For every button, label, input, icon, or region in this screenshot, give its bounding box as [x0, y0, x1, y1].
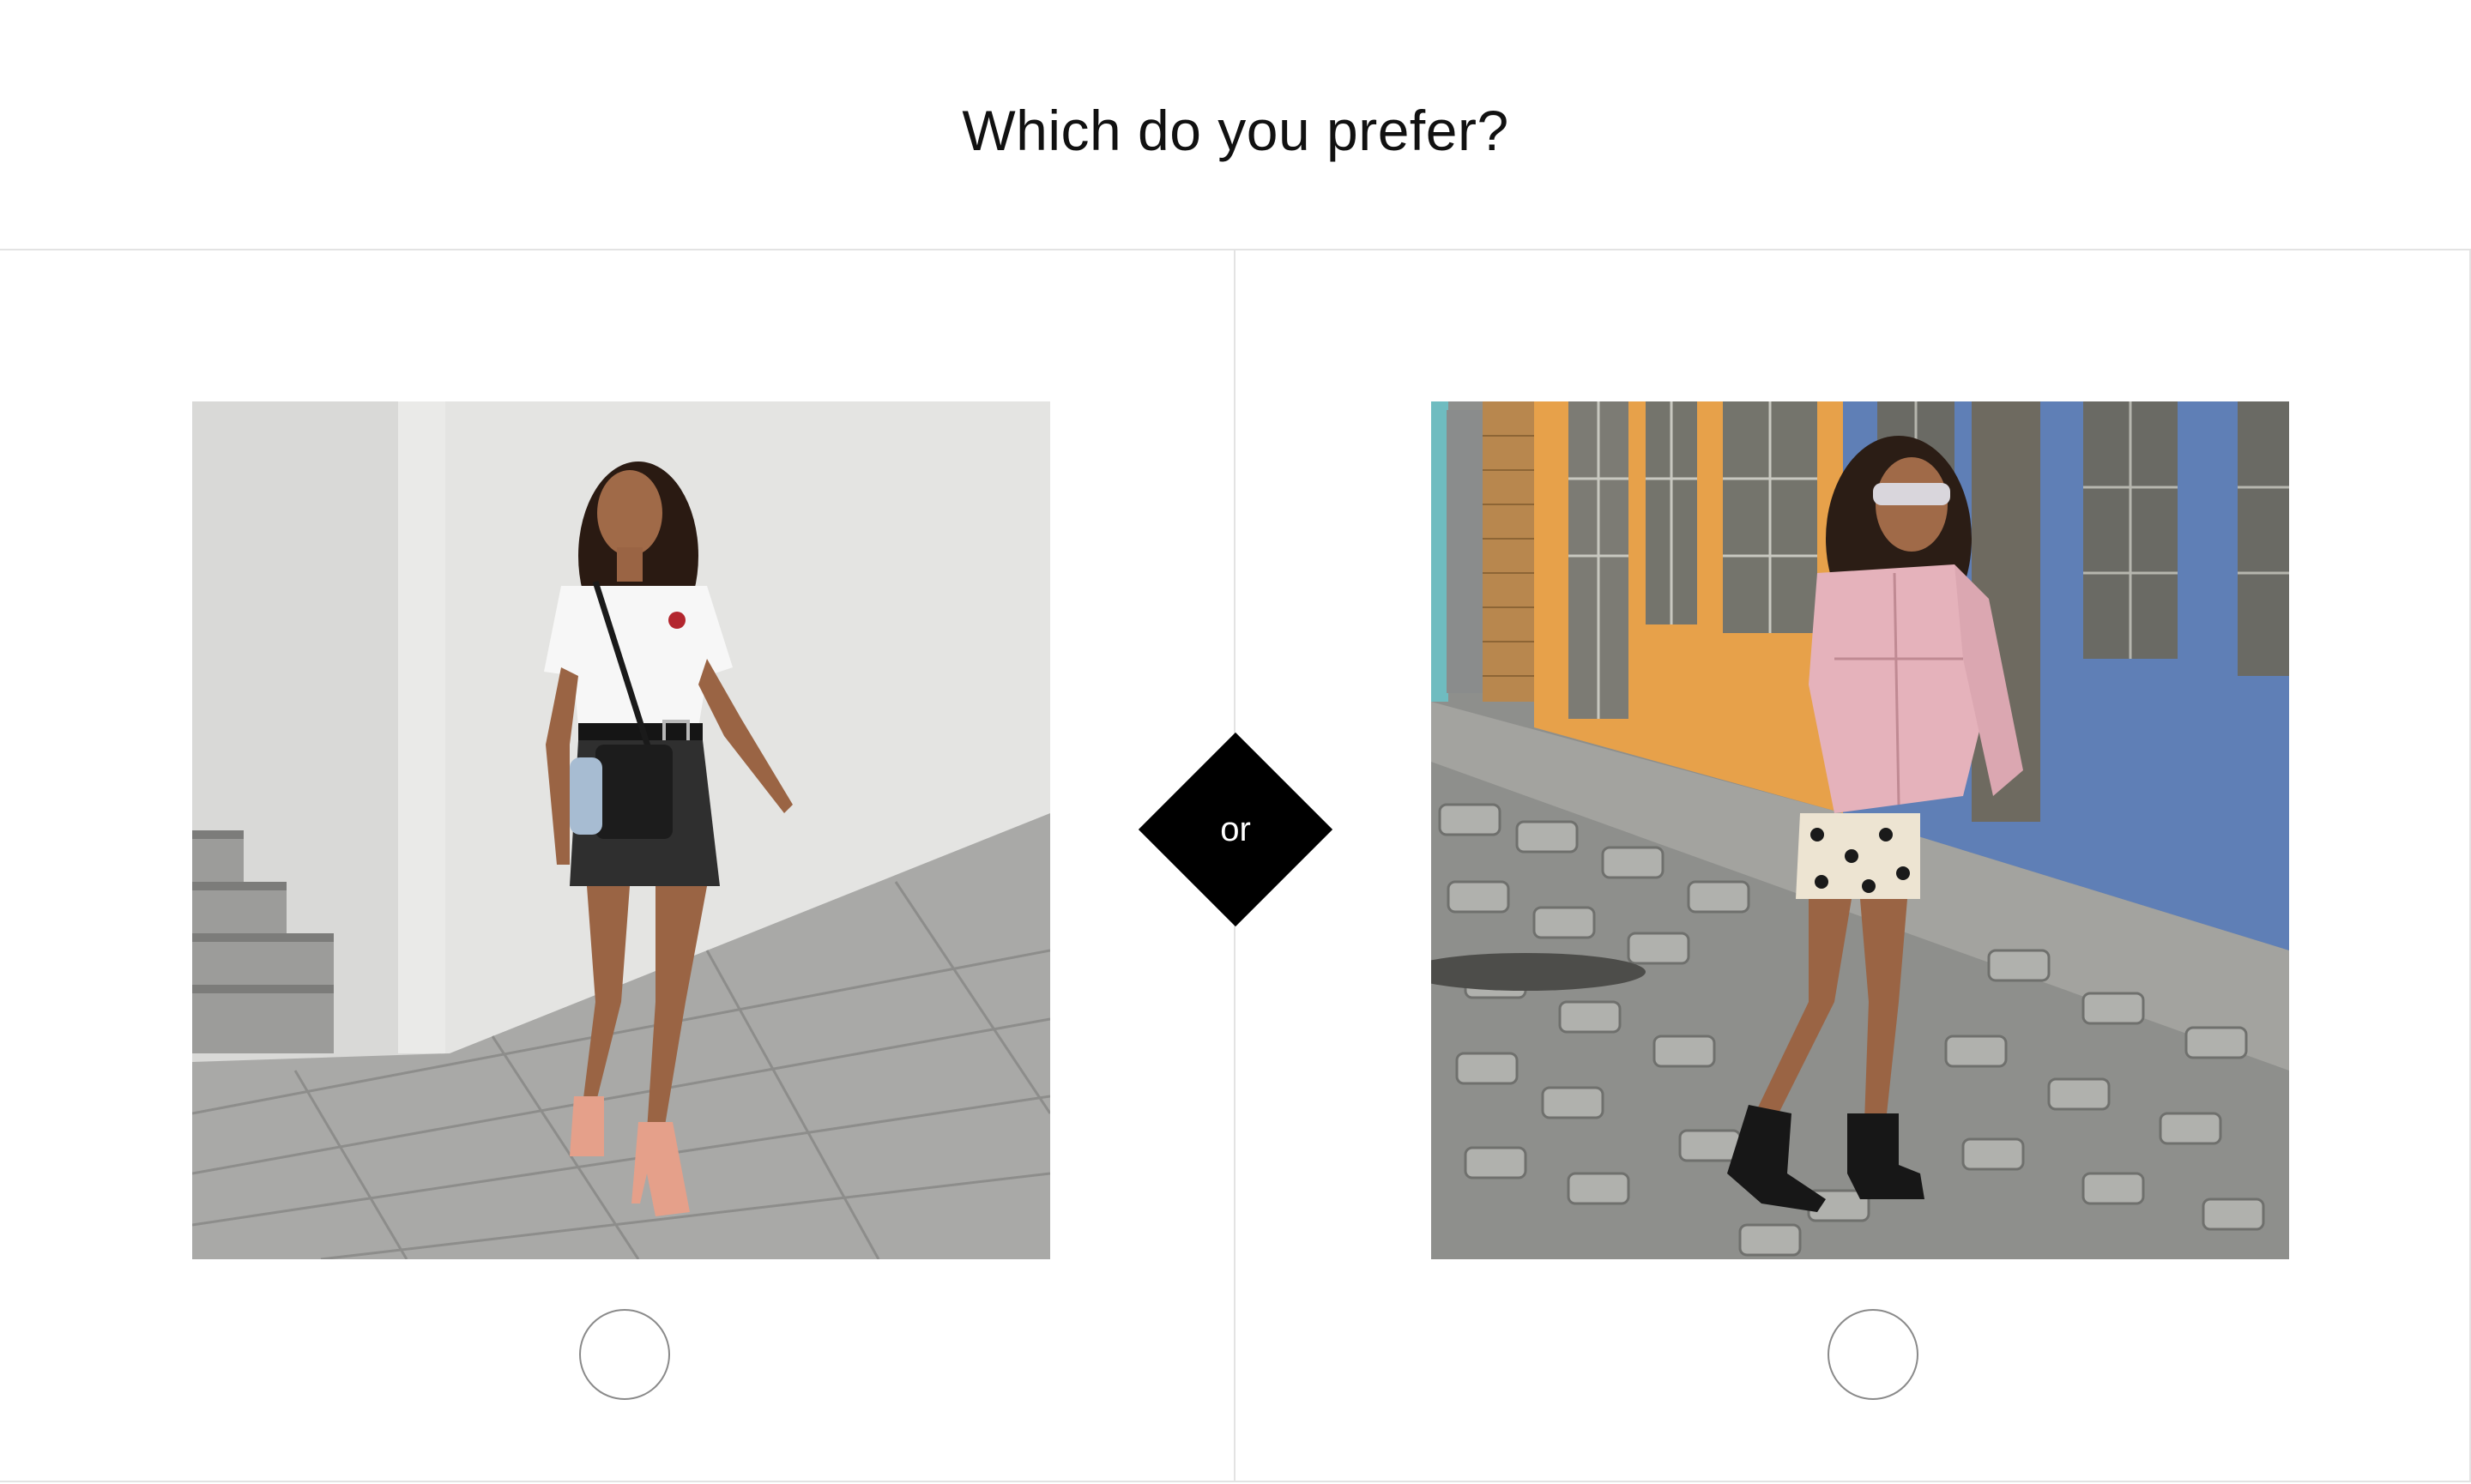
- option-b-photo[interactable]: [1431, 401, 2289, 1259]
- option-b[interactable]: [1236, 250, 2469, 1481]
- or-label: or: [1220, 810, 1251, 848]
- preference-survey-page: Which do you prefer? or: [0, 0, 2471, 1484]
- option-b-radio[interactable]: [1828, 1309, 1918, 1400]
- bottom-divider: [0, 1481, 2471, 1482]
- option-a[interactable]: [0, 250, 1234, 1481]
- or-separator-badge: or: [1138, 732, 1333, 927]
- outfit-white-tee-photo: [192, 401, 1050, 1259]
- option-a-radio[interactable]: [579, 1309, 670, 1400]
- outfit-pink-jacket-photo: [1431, 401, 2289, 1259]
- question-title: Which do you prefer?: [962, 99, 1509, 162]
- header: Which do you prefer?: [0, 0, 2471, 249]
- option-a-photo[interactable]: [192, 401, 1050, 1259]
